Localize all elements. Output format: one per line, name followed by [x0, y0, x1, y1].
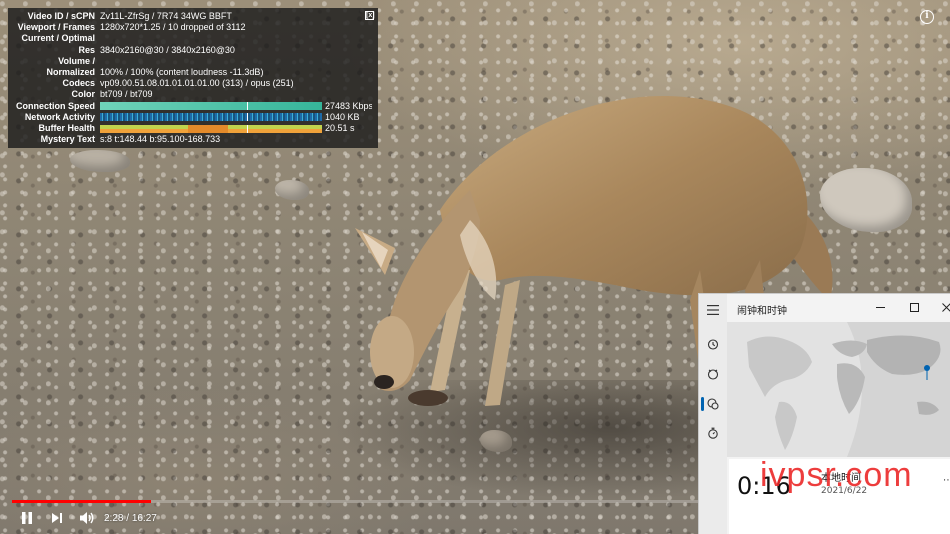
- nav-stopwatch[interactable]: [703, 423, 723, 443]
- stopwatch-icon: [708, 427, 718, 439]
- maximize-icon: [909, 302, 919, 312]
- world-clock-icon: [707, 398, 719, 410]
- stats-row-viewport: Viewport / Frames 1280x720*1.25 / 10 dro…: [8, 22, 372, 33]
- network-activity-value: 1040 KB: [325, 111, 360, 122]
- stats-value: 100% / 100% (content loudness -11.3dB): [100, 66, 264, 77]
- nav-rail: [699, 294, 727, 534]
- stats-label: Buffer Health: [38, 122, 95, 133]
- stats-value: [98, 33, 372, 44]
- stats-row-normalized: Normalized 100% / 100% (content loudness…: [8, 67, 372, 78]
- stats-value: Zv11L-ZfrSg / 7R74 34WG BBFT: [100, 11, 232, 21]
- buffer-health-value: 20.51 s: [325, 122, 355, 133]
- nav-world-clock[interactable]: [703, 394, 723, 414]
- hamburger-menu-button[interactable]: [703, 300, 723, 320]
- stats-label: Codecs: [62, 78, 95, 89]
- time-display: 2:28 / 16:27: [104, 512, 157, 524]
- stats-row-current-optimal: Current / Optimal: [8, 33, 372, 44]
- nav-alarm[interactable]: [703, 334, 723, 354]
- stats-label: Normalized: [46, 66, 95, 77]
- nav-selected-indicator: [701, 397, 704, 411]
- current-time: 2:28: [104, 512, 124, 524]
- local-time-card[interactable]: 0:16 本地时间 2021/6/22 ⋯: [729, 459, 950, 534]
- local-time: 0:16: [737, 472, 791, 500]
- stats-row-network-activity: Network Activity 1040 KB: [8, 112, 372, 123]
- stats-row-codecs: Codecs vp09.00.51.08.01.01.01.01.00 (313…: [8, 78, 372, 89]
- close-button[interactable]: [937, 298, 950, 316]
- stats-value: 1280x720*1.25 / 10 dropped of 3112: [100, 22, 246, 33]
- stats-value: bt709 / bt709: [100, 89, 153, 100]
- buffer-health-graph: [100, 124, 322, 133]
- network-activity-graph: [100, 113, 322, 122]
- next-button[interactable]: [46, 508, 68, 528]
- timer-icon: [707, 369, 719, 380]
- minimize-icon: [875, 306, 885, 308]
- stats-label: Network Activity: [24, 111, 95, 122]
- stats-for-nerds-panel: [x] Video ID / sCPN Zv11L-ZfrSg / 7R74 3…: [8, 8, 378, 148]
- stats-row-res: Res 3840x2160@30 / 3840x2160@30: [8, 45, 372, 56]
- pause-button[interactable]: [16, 508, 38, 528]
- stats-close-button[interactable]: [x]: [365, 11, 375, 20]
- player-controls: 2:28 / 16:27: [16, 508, 157, 528]
- stats-value: [98, 56, 372, 67]
- local-time-label: 本地时间: [821, 473, 861, 484]
- app-title: 闹钟和时钟: [737, 306, 787, 317]
- close-icon: [941, 302, 950, 312]
- nav-timer[interactable]: [703, 364, 723, 384]
- stats-label: Mystery Text: [40, 134, 95, 145]
- stats-value: s:8 t:148.44 b:95.100-168.733: [100, 134, 221, 145]
- maximize-button[interactable]: [905, 298, 923, 316]
- stats-value: 3840x2160@30 / 3840x2160@30: [100, 44, 235, 55]
- world-map-graphic: [727, 322, 950, 457]
- stats-row-volume: Volume /: [8, 56, 372, 67]
- stats-label: Video ID / sCPN: [27, 11, 95, 21]
- volume-button[interactable]: [76, 508, 98, 528]
- stats-label: Color: [71, 89, 96, 100]
- stats-row-video-id: Video ID / sCPN Zv11L-ZfrSg / 7R74 34WG …: [8, 11, 372, 22]
- info-icon[interactable]: i: [920, 10, 934, 24]
- minimize-button[interactable]: [871, 298, 889, 316]
- connection-speed-graph: [100, 102, 322, 111]
- stats-row-color: Color bt709 / bt709: [8, 89, 372, 100]
- stats-row-connection-speed: Connection Speed 27483 Kbps: [8, 101, 372, 112]
- stats-label: Viewport / Frames: [17, 22, 95, 33]
- local-date: 2021/6/22: [821, 486, 868, 496]
- stats-label: Res: [78, 44, 95, 55]
- stats-value: vp09.00.51.08.01.01.01.01.00 (313) / opu…: [100, 78, 294, 89]
- connection-speed-value: 27483 Kbps: [325, 100, 372, 111]
- stats-row-buffer-health: Buffer Health 20.51 s: [8, 123, 372, 134]
- stats-row-mystery-text: Mystery Text s:8 t:148.44 b:95.100-168.7…: [8, 134, 372, 145]
- alarms-clock-window: 闹钟和时钟 0:16 本地时间 2021/6/22 ⋯: [698, 293, 950, 534]
- hamburger-icon: [707, 305, 719, 315]
- alarm-icon: [707, 339, 719, 350]
- stats-label: Volume /: [58, 55, 95, 66]
- stats-label: Current / Optimal: [21, 33, 95, 44]
- title-bar: 闹钟和时钟: [727, 294, 950, 322]
- more-options-button[interactable]: ⋯: [943, 475, 950, 486]
- world-map: [727, 322, 950, 457]
- stats-label: Connection Speed: [15, 100, 95, 111]
- pause-icon: [22, 512, 32, 524]
- progress-bar-played: [12, 500, 151, 503]
- volume-icon: [80, 512, 94, 524]
- duration: 16:27: [131, 512, 157, 524]
- skip-next-icon: [52, 513, 62, 523]
